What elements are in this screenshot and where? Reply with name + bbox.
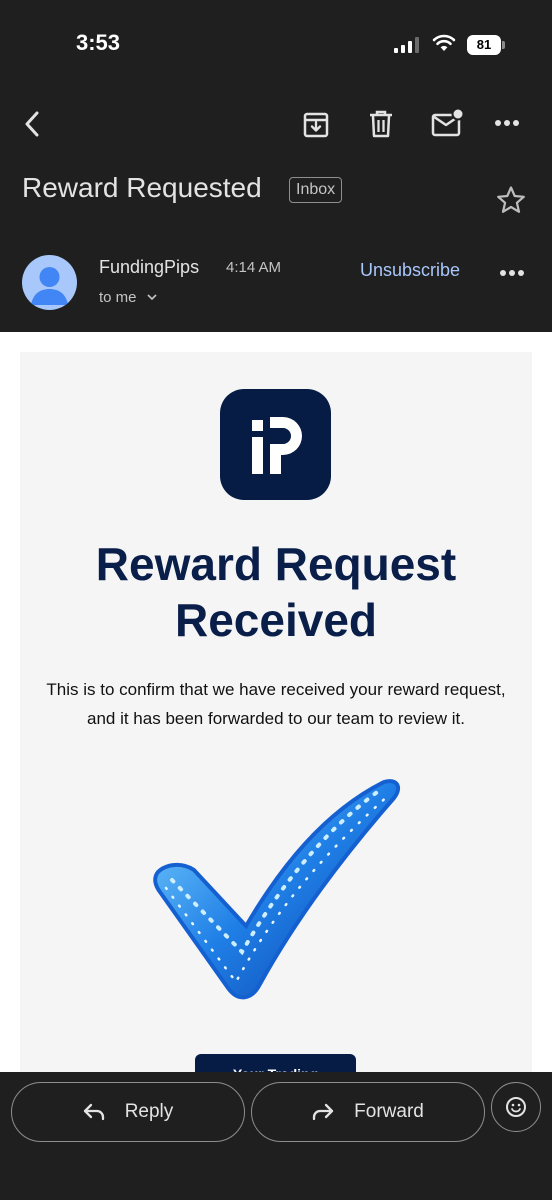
mark-unread-button[interactable]: [428, 104, 468, 142]
reply-button[interactable]: Reply: [11, 1082, 245, 1142]
star-button[interactable]: [492, 182, 530, 218]
more-horizontal-icon: [500, 270, 524, 276]
reply-icon: [83, 1103, 104, 1121]
wifi-icon: [432, 34, 456, 51]
reply-label: Reply: [124, 1101, 174, 1122]
email-card: Reward Request Received This is to confi…: [20, 352, 532, 1072]
forward-button[interactable]: Forward: [251, 1082, 485, 1142]
forward-label: Forward: [354, 1101, 424, 1122]
battery-level: 81: [467, 35, 501, 55]
forward-icon: [313, 1103, 334, 1121]
email-subject: Reward Requested: [22, 172, 262, 203]
checkmark-icon: [153, 779, 401, 1000]
person-icon: [31, 267, 68, 305]
status-time: 3:53: [76, 30, 121, 55]
smiley-icon: [506, 1097, 526, 1117]
bottom-action-bar: Reply Forward: [0, 1072, 552, 1200]
fundingpips-logo-icon: [252, 417, 302, 474]
email-message: This is to confirm that we have received…: [20, 675, 532, 733]
your-trading-button[interactable]: Your Trading: [195, 1054, 356, 1072]
back-arrow-icon: [25, 111, 39, 137]
message-more-button[interactable]: [494, 258, 530, 288]
status-bar: 3:53 81: [0, 0, 552, 90]
email-headline: Reward Request Received: [20, 536, 532, 648]
unsubscribe-link[interactable]: Unsubscribe: [360, 260, 460, 281]
sender-avatar[interactable]: [22, 255, 77, 310]
fundingpips-logo: [220, 389, 331, 500]
more-horizontal-icon: [495, 120, 519, 126]
trash-icon: [370, 110, 392, 138]
message-line-2: and it has been forwarded to our team to…: [87, 709, 465, 728]
archive-button[interactable]: [298, 106, 334, 142]
message-line-1: This is to confirm that we have received…: [46, 680, 506, 699]
emoji-reaction-button[interactable]: [491, 1082, 541, 1132]
archive-icon: [303, 112, 329, 138]
recipient-details[interactable]: to me: [99, 289, 157, 306]
inbox-label-chip[interactable]: Inbox: [289, 177, 343, 203]
back-button[interactable]: [14, 106, 50, 142]
chevron-down-icon: [146, 294, 157, 301]
delete-button[interactable]: [363, 106, 399, 142]
headline-line-1: Reward Request: [95, 538, 457, 590]
sender-name[interactable]: FundingPips: [99, 257, 199, 278]
message-time: 4:14 AM: [226, 259, 282, 276]
recipient-label: to me: [99, 289, 137, 306]
cellular-signal-icon: [394, 37, 419, 53]
star-icon: [497, 186, 525, 213]
email-body: Reward Request Received This is to confi…: [0, 332, 552, 1072]
message-header: Reward Requested Inbox FundingPips 4:14 …: [0, 90, 552, 332]
headline-line-2: Received: [174, 594, 377, 646]
battery-icon: 81: [467, 35, 505, 55]
more-options-button[interactable]: [494, 108, 520, 138]
mark-unread-icon: [431, 108, 465, 137]
